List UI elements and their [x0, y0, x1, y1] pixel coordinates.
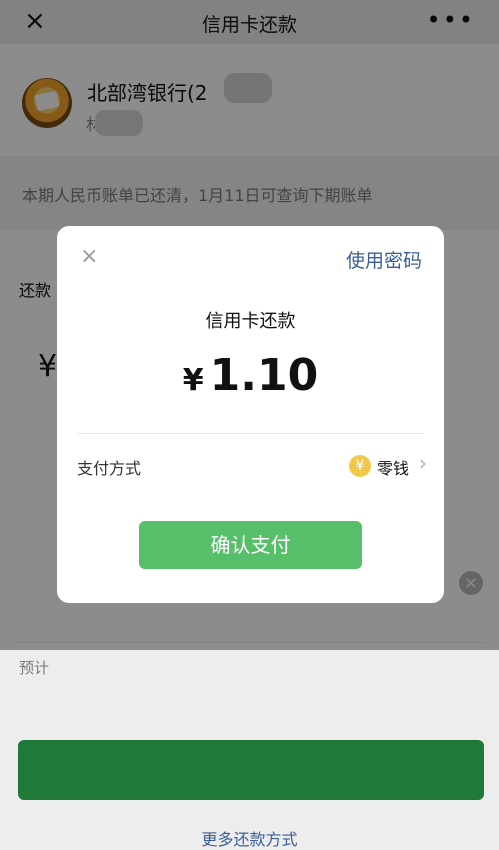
coin-icon: ¥ — [349, 455, 371, 477]
payment-dialog: × 使用密码 信用卡还款 ¥1.10 支付方式 ¥ 零钱 › 确认支付 — [57, 226, 444, 603]
dialog-divider — [77, 433, 424, 434]
repay-button[interactable] — [18, 740, 484, 800]
payment-method-label: 支付方式 — [77, 459, 142, 478]
chevron-right-icon[interactable]: › — [419, 451, 427, 475]
amount-yen-symbol: ¥ — [182, 363, 204, 398]
payment-method-value[interactable]: 零钱 — [377, 455, 409, 479]
estimated-label: 预计 — [19, 659, 50, 677]
use-password-link[interactable]: 使用密码 — [346, 246, 422, 273]
dialog-title: 信用卡还款 — [205, 311, 296, 332]
payment-amount: ¥1.10 — [57, 350, 444, 401]
amount-value: 1.10 — [209, 350, 319, 401]
dialog-close-icon[interactable]: × — [80, 246, 98, 268]
more-repayment-methods-link[interactable]: 更多还款方式 — [0, 826, 499, 850]
confirm-payment-button[interactable]: 确认支付 — [139, 521, 362, 569]
